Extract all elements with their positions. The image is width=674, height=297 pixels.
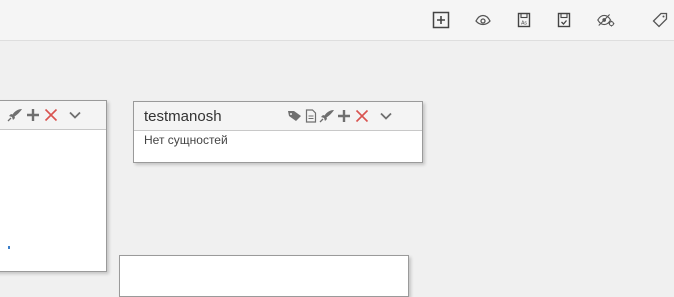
card-actions [5, 101, 89, 129]
close-icon [44, 108, 58, 122]
entity-card-left[interactable] [0, 100, 107, 272]
collapse-button[interactable] [61, 110, 89, 120]
deploy-button[interactable] [318, 109, 336, 123]
deploy-button[interactable] [5, 108, 25, 122]
eye-outline-icon [475, 14, 491, 26]
chevron-down-icon [380, 112, 392, 120]
plus-icon [338, 110, 350, 122]
remove-button[interactable] [41, 108, 61, 122]
save-check-icon [557, 12, 571, 28]
card-actions [286, 102, 400, 130]
tag-icon [288, 111, 301, 121]
entity-card-bottom[interactable] [119, 255, 409, 297]
add-entity-button[interactable] [431, 10, 451, 30]
add-button[interactable] [25, 108, 41, 122]
close-icon [355, 109, 369, 123]
collapse-button[interactable] [372, 111, 400, 121]
connector-marker [8, 246, 10, 249]
rocket-icon [7, 109, 22, 122]
visibility-settings-button[interactable] [596, 10, 616, 30]
tags-button[interactable] [286, 109, 304, 123]
empty-entities-text: Нет сущностей [144, 133, 228, 147]
chevron-down-icon [69, 111, 81, 119]
card-title: testmanosh [144, 108, 222, 125]
save-button[interactable] [554, 10, 574, 30]
document-icon [305, 109, 317, 123]
plus-icon [27, 109, 39, 121]
tag-button[interactable] [650, 10, 670, 30]
save-document-icon: As [517, 12, 531, 28]
svg-text:As: As [521, 21, 527, 27]
eye-cog-icon [597, 14, 615, 27]
add-square-icon [432, 11, 450, 29]
view-button[interactable] [473, 10, 493, 30]
card-header [0, 101, 106, 130]
document-button[interactable] [304, 109, 318, 123]
remove-button[interactable] [352, 109, 372, 123]
diagram-canvas[interactable]: testmanosh Нет сущностей [0, 41, 674, 297]
add-button[interactable] [336, 109, 352, 123]
top-toolbar: As [0, 0, 674, 41]
tag-icon [652, 12, 668, 28]
rocket-icon [319, 110, 334, 123]
save-as-button[interactable]: As [514, 10, 534, 30]
entity-card-testmanosh[interactable]: testmanosh Нет сущностей [133, 101, 423, 163]
card-header: testmanosh [134, 102, 422, 131]
